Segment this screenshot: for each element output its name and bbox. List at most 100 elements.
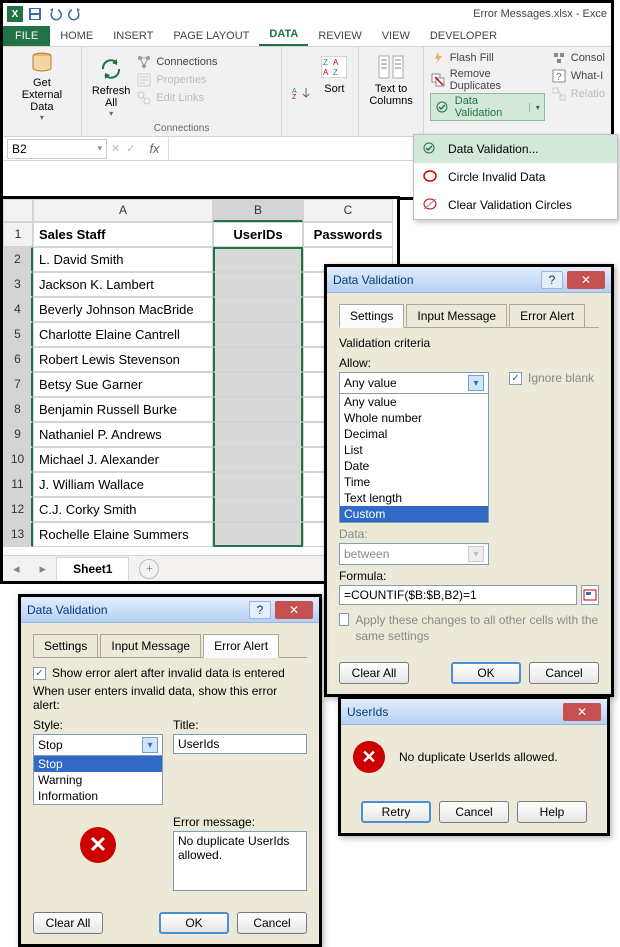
cell-a13[interactable]: Rochelle Elaine Summers <box>33 522 213 547</box>
tab-page-layout[interactable]: PAGE LAYOUT <box>163 27 259 46</box>
cell-b1[interactable]: UserIDs <box>213 222 303 247</box>
data-validation-button[interactable]: Data Validation ▾ <box>430 93 545 121</box>
row-5-header[interactable]: 5 <box>3 322 33 347</box>
dv-error-titlebar[interactable]: Data Validation ? ✕ <box>21 597 319 623</box>
properties-button[interactable]: Properties <box>136 71 217 89</box>
edit-links-button[interactable]: Edit Links <box>136 89 217 107</box>
data-validation-dropdown-arrow[interactable]: ▾ <box>529 103 540 112</box>
cell-b12[interactable] <box>213 497 303 522</box>
dv-error-clear-all-button[interactable]: Clear All <box>33 912 103 934</box>
opt-stop[interactable]: Stop <box>34 756 162 772</box>
dv-error-tab-error[interactable]: Error Alert <box>203 634 279 658</box>
name-box[interactable]: B2▾ <box>7 139 107 159</box>
cell-a3[interactable]: Jackson K. Lambert <box>33 272 213 297</box>
opt-custom[interactable]: Custom <box>340 506 488 522</box>
dv-tab-error-alert[interactable]: Error Alert <box>509 304 585 328</box>
tab-developer[interactable]: DEVELOPER <box>420 27 507 46</box>
cell-b2[interactable] <box>213 247 303 272</box>
cell-b9[interactable] <box>213 422 303 447</box>
cell-b5[interactable] <box>213 322 303 347</box>
cell-a12[interactable]: C.J. Corky Smith <box>33 497 213 522</box>
dv-error-ok-button[interactable]: OK <box>159 912 229 934</box>
ignore-blank-checkbox[interactable]: ✓Ignore blank <box>509 371 594 385</box>
cell-b6[interactable] <box>213 347 303 372</box>
sheet-nav-prev[interactable]: ◂ <box>3 561 30 577</box>
dv-error-cancel-button[interactable]: Cancel <box>237 912 307 934</box>
relations-button[interactable]: Relatio <box>551 85 605 103</box>
opt-warning[interactable]: Warning <box>34 772 162 788</box>
col-a-header[interactable]: A <box>33 199 213 222</box>
dv-settings-titlebar[interactable]: Data Validation ? ✕ <box>327 267 611 293</box>
dv-settings-clear-all-button[interactable]: Clear All <box>339 662 409 684</box>
opt-text-length[interactable]: Text length <box>340 490 488 506</box>
get-external-data-button[interactable]: Get External Data▾ <box>9 49 75 134</box>
sheet-nav-next[interactable]: ▸ <box>30 561 57 577</box>
col-b-header[interactable]: B <box>213 199 303 222</box>
fx-icon[interactable]: fx <box>149 141 159 156</box>
row-6-header[interactable]: 6 <box>3 347 33 372</box>
opt-list[interactable]: List <box>340 442 488 458</box>
tab-data[interactable]: DATA <box>259 25 308 46</box>
refresh-all-button[interactable]: Refresh All▾ <box>88 49 135 134</box>
cell-c1[interactable]: Passwords <box>303 222 393 247</box>
row-8-header[interactable]: 8 <box>3 397 33 422</box>
remove-duplicates-button[interactable]: Remove Duplicates <box>430 67 545 93</box>
row-3-header[interactable]: 3 <box>3 272 33 297</box>
undo-icon[interactable] <box>47 6 63 22</box>
msgbox-retry-button[interactable]: Retry <box>361 801 431 823</box>
row-7-header[interactable]: 7 <box>3 372 33 397</box>
error-message-input[interactable] <box>173 831 307 891</box>
col-c-header[interactable]: C <box>303 199 393 222</box>
show-alert-checkbox[interactable]: ✓Show error alert after invalid data is … <box>33 666 307 680</box>
menu-clear-circles[interactable]: Clear Validation Circles <box>414 191 617 219</box>
cell-b13[interactable] <box>213 522 303 547</box>
formula-input[interactable] <box>339 585 577 605</box>
row-4-header[interactable]: 4 <box>3 297 33 322</box>
cell-a8[interactable]: Benjamin Russell Burke <box>33 397 213 422</box>
cell-a7[interactable]: Betsy Sue Garner <box>33 372 213 397</box>
select-all-corner[interactable] <box>3 199 33 222</box>
msgbox-cancel-button[interactable]: Cancel <box>439 801 509 823</box>
flash-fill-button[interactable]: Flash Fill <box>430 49 545 67</box>
opt-time[interactable]: Time <box>340 474 488 490</box>
dv-error-tab-input[interactable]: Input Message <box>100 634 201 658</box>
cell-a5[interactable]: Charlotte Elaine Cantrell <box>33 322 213 347</box>
sort-button[interactable]: ZAAZ Sort <box>316 49 352 109</box>
sheet-tab-sheet1[interactable]: Sheet1 <box>56 557 129 580</box>
opt-whole-number[interactable]: Whole number <box>340 410 488 426</box>
row-12-header[interactable]: 12 <box>3 497 33 522</box>
dv-settings-ok-button[interactable]: OK <box>451 662 521 684</box>
cell-a6[interactable]: Robert Lewis Stevenson <box>33 347 213 372</box>
menu-data-validation[interactable]: Data Validation... <box>414 135 617 163</box>
opt-any-value[interactable]: Any value <box>340 394 488 410</box>
row-10-header[interactable]: 10 <box>3 447 33 472</box>
opt-decimal[interactable]: Decimal <box>340 426 488 442</box>
dv-error-tab-settings[interactable]: Settings <box>33 634 98 658</box>
dv-error-help-button[interactable]: ? <box>249 601 271 619</box>
tab-file[interactable]: FILE <box>3 26 50 46</box>
cell-b3[interactable] <box>213 272 303 297</box>
msgbox-close-button[interactable]: ✕ <box>563 703 601 721</box>
whatif-button[interactable]: ?What-I <box>551 67 605 85</box>
row-11-header[interactable]: 11 <box>3 472 33 497</box>
cell-a1[interactable]: Sales Staff <box>33 222 213 247</box>
sort-az-button[interactable]: AZ <box>288 49 316 134</box>
connections-button[interactable]: Connections <box>136 53 217 71</box>
cell-b8[interactable] <box>213 397 303 422</box>
redo-icon[interactable] <box>67 6 83 22</box>
range-picker-icon[interactable] <box>581 585 599 605</box>
dv-settings-close-button[interactable]: ✕ <box>567 271 605 289</box>
msgbox-help-button[interactable]: Help <box>517 801 587 823</box>
cell-a4[interactable]: Beverly Johnson MacBride <box>33 297 213 322</box>
row-1-header[interactable]: 1 <box>3 222 33 247</box>
consolidate-button[interactable]: Consol <box>551 49 605 67</box>
cell-a10[interactable]: Michael J. Alexander <box>33 447 213 472</box>
opt-information[interactable]: Information <box>34 788 162 804</box>
cell-b11[interactable] <box>213 472 303 497</box>
save-icon[interactable] <box>27 6 43 22</box>
dv-settings-help-button[interactable]: ? <box>541 271 563 289</box>
row-9-header[interactable]: 9 <box>3 422 33 447</box>
allow-select[interactable]: Any value▾ <box>339 372 489 394</box>
sheet-add-button[interactable]: + <box>139 559 159 579</box>
opt-date[interactable]: Date <box>340 458 488 474</box>
